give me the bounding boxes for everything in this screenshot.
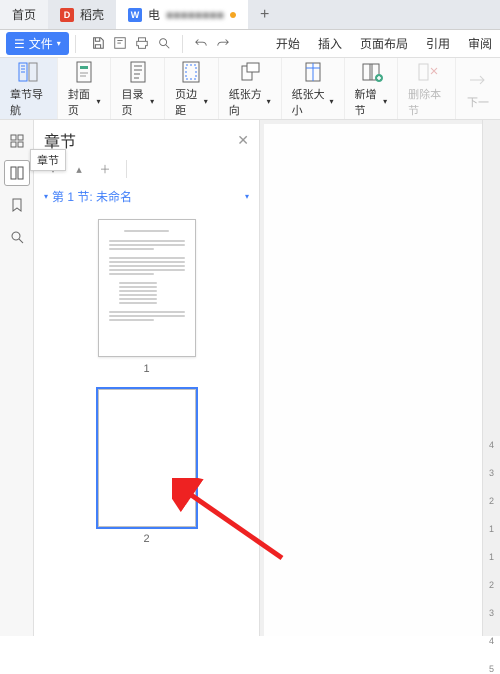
unsaved-indicator-icon (230, 12, 236, 18)
section-label: 第 1 节: 未命名 (52, 188, 132, 205)
page-thumbnail-1[interactable] (98, 219, 196, 357)
tab-home[interactable]: 首页 (0, 0, 48, 29)
redo-icon[interactable] (215, 35, 231, 51)
document-page[interactable] (264, 124, 482, 636)
tab-daoqiao[interactable]: D 稻壳 (48, 0, 116, 29)
chevron-down-icon: ▾ (44, 192, 48, 201)
close-panel-icon[interactable]: ✕ (237, 132, 249, 149)
menu-insert[interactable]: 插入 (310, 35, 350, 52)
menu-page-layout[interactable]: 页面布局 (352, 35, 416, 52)
page-margin-button[interactable]: 页边距▾ (165, 58, 219, 119)
section-item[interactable]: ▾ 第 1 节: 未命名 ▾ (34, 184, 259, 209)
chevron-down-icon: ▾ (57, 39, 61, 48)
chevron-down-icon: ▾ (267, 97, 271, 106)
tab-document[interactable]: W 电 ■■■■■■■■ (116, 0, 248, 29)
cover-page-icon (72, 60, 96, 84)
chevron-down-icon: ▾ (204, 97, 208, 106)
menu-review[interactable]: 审阅 (460, 35, 500, 52)
print-icon[interactable] (134, 35, 150, 51)
thumbnail-icon[interactable] (4, 128, 30, 154)
tab-home-label: 首页 (12, 6, 36, 23)
preview-icon[interactable] (156, 35, 172, 51)
menu-begin[interactable]: 开始 (268, 35, 308, 52)
print-preview-icon[interactable] (112, 35, 128, 51)
chapter-icon[interactable] (4, 160, 30, 186)
next-section-button[interactable]: 下一 (456, 58, 500, 119)
word-doc-icon: W (128, 8, 142, 22)
hamburger-icon: ☰ (14, 37, 25, 51)
page-thumbnail-2[interactable] (98, 389, 196, 527)
paper-size-icon (301, 60, 325, 84)
chevron-down-icon: ▾ (383, 97, 387, 106)
search-icon[interactable] (4, 224, 30, 250)
chapter-navigation-button[interactable]: 章节导航 (0, 58, 58, 119)
chevron-down-icon: ▾ (330, 97, 334, 106)
page-number: 1 (143, 363, 149, 375)
toc-page-button[interactable]: 目录页▾ (111, 58, 165, 119)
toc-icon (126, 60, 150, 84)
chevron-down-icon[interactable]: ▾ (245, 192, 249, 201)
delete-section-icon (415, 60, 439, 84)
paper-size-button[interactable]: 纸张大小▾ (282, 58, 345, 119)
new-section-button[interactable]: 新增节▾ (345, 58, 399, 119)
separator (126, 160, 127, 178)
undo-icon[interactable] (193, 35, 209, 51)
next-section-icon (466, 68, 490, 92)
cover-page-button[interactable]: 封面页▾ (58, 58, 112, 119)
file-menu-button[interactable]: ☰ 文件 ▾ (6, 32, 69, 55)
page-margin-icon (179, 60, 203, 84)
chevron-down-icon: ▾ (150, 97, 154, 106)
menu-references[interactable]: 引用 (418, 35, 458, 52)
page-number: 2 (143, 533, 149, 545)
chapter-nav-icon (16, 60, 40, 84)
separator (182, 35, 183, 53)
chevron-down-icon: ▾ (96, 97, 100, 106)
new-tab-button[interactable]: + (248, 6, 281, 24)
add-icon[interactable]: ＋ (96, 160, 114, 178)
bookmark-icon[interactable] (4, 192, 30, 218)
orientation-icon (238, 60, 262, 84)
chapter-tooltip: 章节 (30, 149, 66, 171)
tab-daoqiao-label: 稻壳 (80, 6, 104, 23)
new-section-icon (359, 60, 383, 84)
tab-doc-label-hidden: ■■■■■■■■ (166, 8, 224, 22)
orientation-button[interactable]: 纸张方向▾ (219, 58, 282, 119)
vertical-ruler: 4 3 2 1 1 2 3 4 5 (482, 120, 500, 636)
separator (75, 35, 76, 53)
tab-doc-label: 电 (148, 6, 160, 23)
save-icon[interactable] (90, 35, 106, 51)
document-area[interactable]: 4 3 2 1 1 2 3 4 5 (260, 120, 500, 636)
daoqiao-icon: D (60, 8, 74, 22)
delete-section-button[interactable]: 删除本节 (398, 58, 456, 119)
expand-icon[interactable]: ▴ (70, 160, 88, 178)
